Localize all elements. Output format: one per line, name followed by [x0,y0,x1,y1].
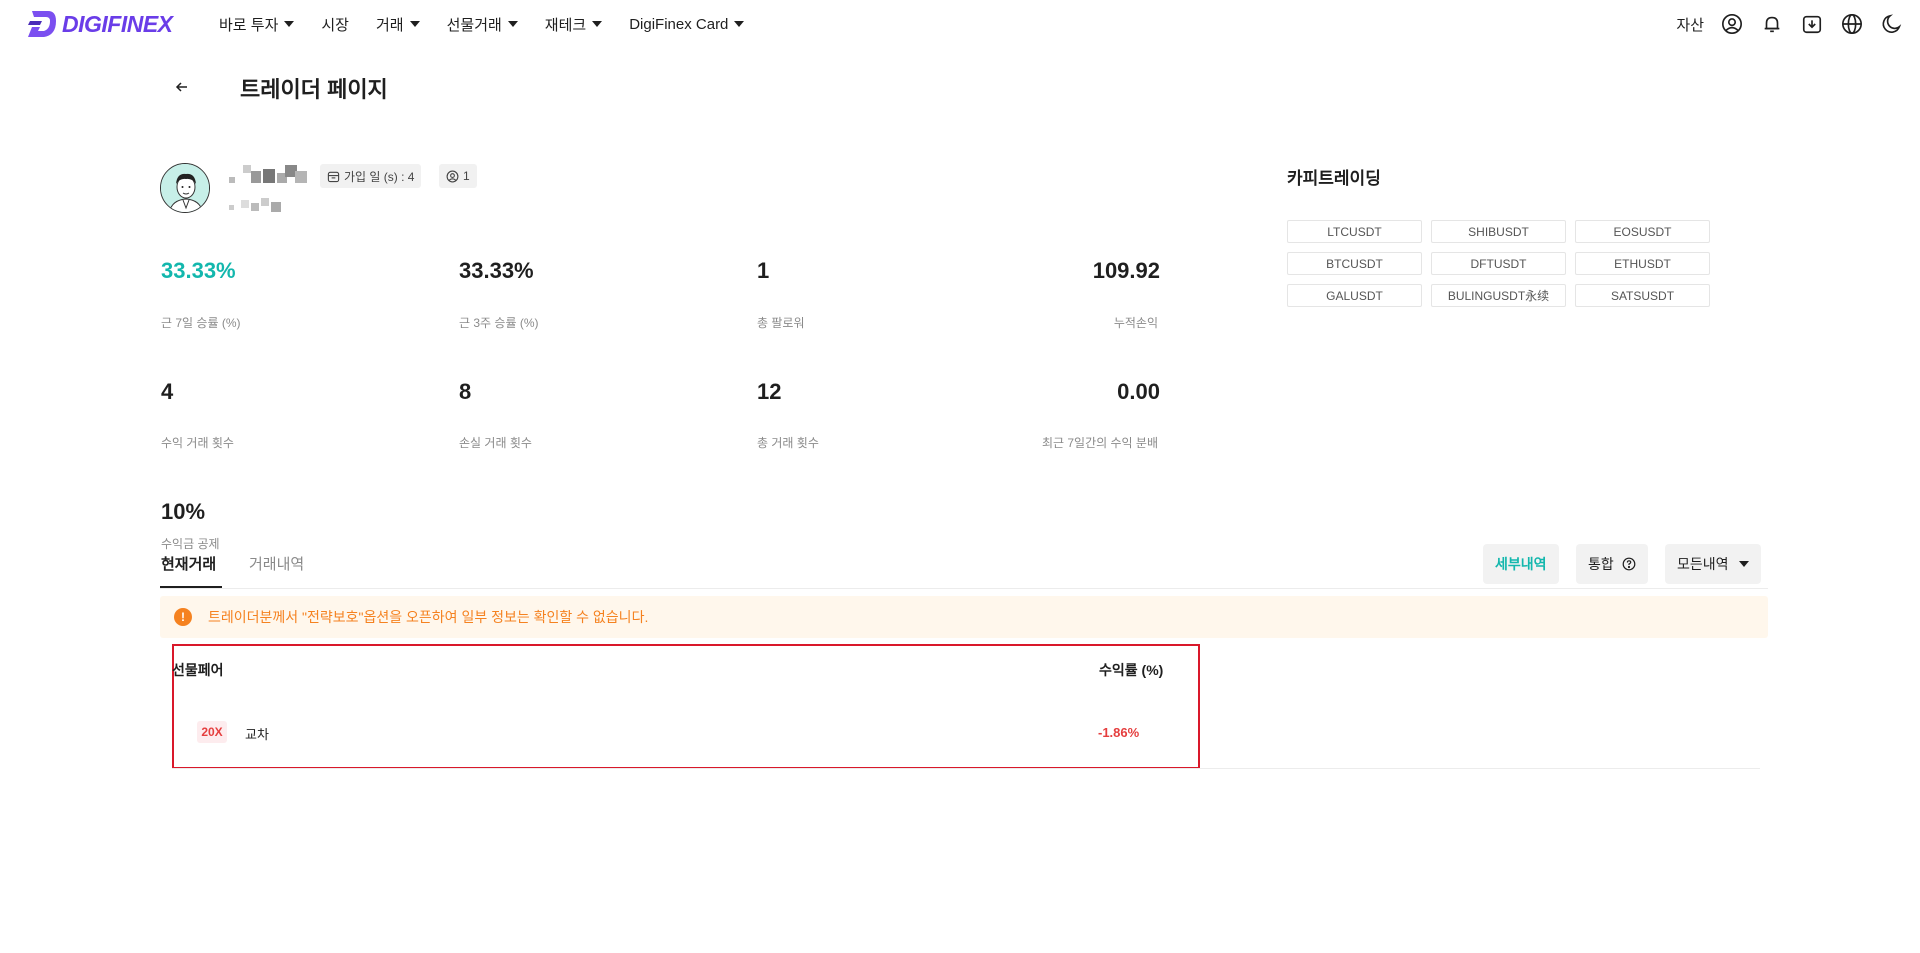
nav-label: 거래 [375,16,404,34]
tabs-divider [160,588,1768,589]
nav-trade[interactable]: 거래 [376,14,420,35]
stat-total-trades-label: 총 거래 횟수 [757,436,819,450]
stat-profit-deduction-value: 10% [161,499,206,524]
page-title: 트레이더 페이지 [240,77,388,102]
header-actions: 자산 [1676,0,1920,48]
pair-chip[interactable]: BTCUSDT [1287,252,1422,275]
all-history-label: 모든내역 [1677,556,1729,572]
tab-current-trades[interactable]: 현재거래 [161,553,216,574]
detail-button[interactable]: 세부내역 [1483,544,1559,584]
caret-down-icon [1738,561,1749,567]
pair-chip[interactable]: SATSUSDT [1575,284,1710,307]
pair-chip[interactable]: DFTUSDT [1431,252,1566,275]
avatar [160,163,210,213]
nav-label: 바로 투자 [219,16,279,34]
join-days-text: 가입 일 (s) : 4 [344,169,415,184]
nav-card[interactable]: DigiFinex Card [629,15,745,33]
stat-total-followers-label: 총 팔로워 [757,316,805,330]
pair-chip[interactable]: ETHUSDT [1575,252,1710,275]
nav-label: 시장 [321,16,349,34]
nav-direct-invest[interactable]: 바로 투자 [219,14,295,35]
stat-win-rate-7d-label: 근 7일 승률 (%) [161,316,241,330]
stat-loss-trades-label: 손실 거래 횟수 [459,436,532,450]
copy-trading-title: 카피트레이딩 [1287,169,1381,188]
subtitle-blurred [229,198,285,213]
caret-down-icon [734,21,745,27]
margin-mode: 교차 [245,727,269,742]
nav-label: 선물거래 [446,16,502,34]
help-circle-icon [1622,557,1636,571]
tab-trade-history[interactable]: 거래내역 [249,553,304,574]
table-row-divider [172,768,1760,769]
moon-icon[interactable] [1880,12,1904,36]
col-header-return: 수익률 (%) [1099,662,1164,678]
stat-profit-trades-value: 4 [161,379,174,404]
nav-market[interactable]: 시장 [321,14,349,35]
return-value: -1.86% [1098,725,1140,740]
bell-icon[interactable] [1760,12,1784,36]
followers-badge: 1 [439,164,477,188]
digifinex-logo[interactable]: DIGIFINEX [26,9,173,39]
leverage-badge: 20X [197,721,227,743]
followers-count: 1 [463,169,470,183]
stat-win-rate-7d-value: 33.33% [161,258,236,283]
nickname-blurred [229,165,309,183]
stat-win-rate-3w-label: 근 3주 승률 (%) [459,316,539,330]
pair-chip[interactable]: BULINGUSDT永续 [1431,284,1566,307]
stat-total-trades-value: 12 [757,379,782,404]
nav-earn[interactable]: 재테크 [544,14,603,35]
assets-link[interactable]: 자산 [1676,14,1704,35]
stat-cumulative-pnl-label: 누적손익 [1113,316,1158,330]
stat-win-rate-3w-value: 33.33% [459,258,534,283]
user-circle-icon [446,170,459,182]
logo-text: DIGIFINEX [62,10,173,37]
user-icon[interactable] [1720,12,1744,36]
pair-chip[interactable]: LTCUSDT [1287,220,1422,243]
stat-profit-deduction-label: 수익금 공제 [161,537,220,551]
caret-down-icon [592,21,603,27]
download-icon[interactable] [1800,12,1824,36]
caret-down-icon [507,21,518,27]
join-days-badge: 가입 일 (s) : 4 [320,164,422,188]
stat-profit-share-label: 최근 7일간의 수익 분배 [1041,436,1158,450]
stat-loss-trades-value: 8 [459,379,472,404]
calendar-icon [327,171,340,182]
top-header: DIGIFINEX 바로 투자 시장 거래 선물거래 재테크 DigiFinex… [0,0,1920,48]
strategy-protection-notice: ! 트레이더분께서 "전략보호"옵션을 오픈하여 일부 정보는 확인할 수 없습… [160,596,1768,638]
stat-profit-trades-label: 수익 거래 횟수 [161,436,234,450]
nav-label: 재테크 [544,16,587,34]
main-nav: 바로 투자 시장 거래 선물거래 재테크 DigiFinex Card [219,0,771,48]
globe-icon[interactable] [1840,12,1864,36]
stat-total-followers-value: 1 [757,258,770,283]
stat-profit-share-value: 0.00 [1117,379,1160,404]
merge-button[interactable]: 통합 [1576,544,1648,584]
detail-button-label: 세부내역 [1495,556,1547,572]
positions-table-highlight [172,644,1200,769]
caret-down-icon [409,21,420,27]
notice-text: 트레이더분께서 "전략보호"옵션을 오픈하여 일부 정보는 확인할 수 없습니다… [208,609,649,625]
active-tab-indicator [160,586,222,588]
all-history-dropdown[interactable]: 모든내역 [1665,544,1761,584]
nav-futures[interactable]: 선물거래 [447,14,518,35]
pair-chip[interactable]: SHIBUSDT [1431,220,1566,243]
stat-cumulative-pnl-value: 109.92 [1092,258,1160,283]
back-arrow-icon[interactable] [170,75,194,99]
col-header-pair: 선물페어 [172,662,224,678]
nav-label: DigiFinex Card [629,15,729,33]
warning-icon: ! [174,608,192,626]
pair-chip[interactable]: GALUSDT [1287,284,1422,307]
merge-button-label: 통합 [1588,556,1614,572]
pair-chip[interactable]: EOSUSDT [1575,220,1710,243]
logo-mark-icon [26,9,58,39]
caret-down-icon [284,21,295,27]
